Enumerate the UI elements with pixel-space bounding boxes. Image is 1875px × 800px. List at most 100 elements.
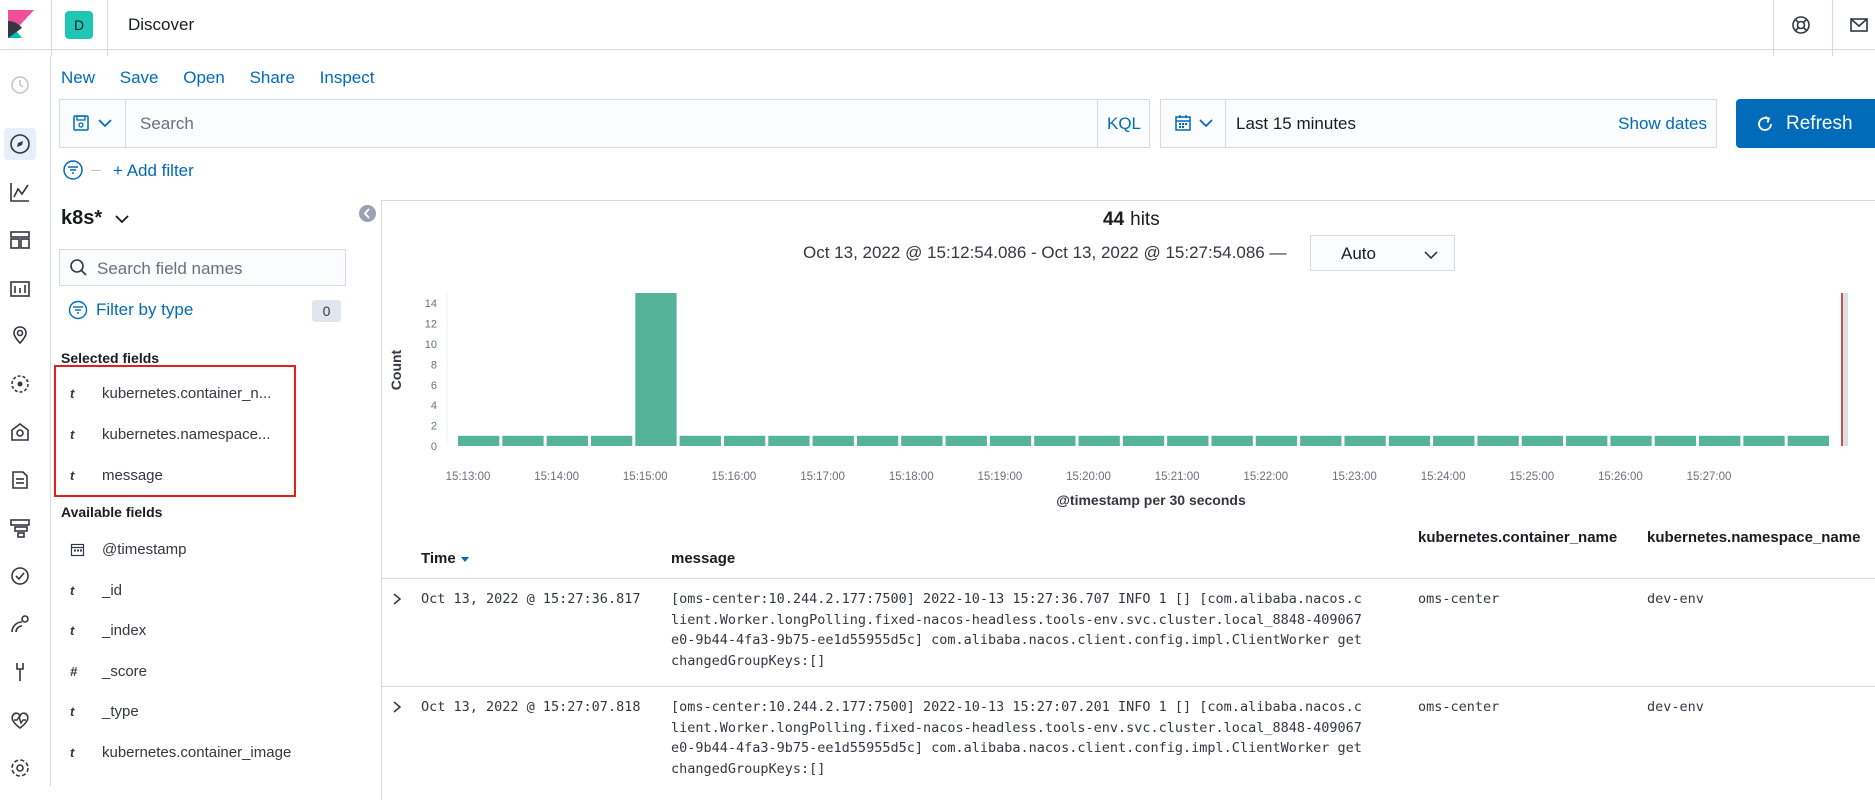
menu-inspect[interactable]: Inspect <box>320 68 375 87</box>
histogram-bar <box>1034 435 1076 446</box>
column-header-container-name[interactable]: kubernetes.container_name <box>1418 529 1617 546</box>
cell-namespace-name: dev-env <box>1647 591 1704 607</box>
kibana-logo[interactable] <box>8 10 34 38</box>
filter-by-type-button[interactable]: Filter by type <box>68 300 193 320</box>
histogram-bar <box>458 435 500 446</box>
histogram-bar <box>502 435 544 446</box>
refresh-button[interactable]: Refresh <box>1736 99 1875 148</box>
discover-icon[interactable] <box>8 132 32 156</box>
menu-share[interactable]: Share <box>250 68 295 87</box>
highlight-box <box>54 365 296 497</box>
index-pattern-name: k8s* <box>61 207 103 229</box>
available-field-item[interactable]: t kubernetes.container_image <box>70 744 291 761</box>
histogram-bar <box>901 435 943 446</box>
filter-options-icon[interactable] <box>62 159 84 181</box>
menu-open[interactable]: Open <box>183 68 225 87</box>
available-fields-title: Available fields <box>61 504 163 520</box>
chevron-down-icon <box>1199 119 1213 128</box>
x-tick-label: 15:26:00 <box>1598 471 1643 483</box>
maps-icon[interactable] <box>8 324 32 348</box>
histogram-bar <box>1300 435 1342 446</box>
dashboard-icon[interactable] <box>8 228 32 252</box>
uptime-icon[interactable] <box>8 564 32 588</box>
cell-container-name: oms-center <box>1418 699 1500 715</box>
message-line: lient.Worker.longPolling.fixed-nacos-hea… <box>671 719 1362 736</box>
logs-icon[interactable] <box>8 468 32 492</box>
y-tick-label: 14 <box>425 298 437 310</box>
message-line: e0-9b44-4fa3-9b75-ee1d55955d5c] com.alib… <box>671 632 1362 648</box>
histogram-chart[interactable]: 0 2 4 6 8 10 12 14 15:13:00 15:14:00 15:15:00 15:16… <box>381 285 1875 515</box>
column-header-namespace-name[interactable]: kubernetes.namespace_name <box>1647 529 1860 546</box>
field-name: _type <box>102 703 139 720</box>
x-tick-label: 15:14:00 <box>534 471 579 483</box>
chevron-down-icon <box>115 214 129 223</box>
search-input[interactable]: Search <box>140 114 194 134</box>
histogram-bar <box>989 435 1032 446</box>
app-title: Discover <box>128 15 195 34</box>
message-line: changedGroupKeys:[] <box>671 652 826 669</box>
x-axis-label: @timestamp per 30 seconds <box>1056 492 1246 508</box>
available-field-item[interactable]: t _id <box>70 582 122 599</box>
recent-icon[interactable] <box>8 73 32 97</box>
query-language-toggle[interactable]: KQL <box>1097 100 1150 147</box>
cell-message: [oms-center:10.244.2.177:7500] 2022-10-1… <box>671 697 1362 779</box>
query-bar: Search KQL <box>59 99 1150 148</box>
cell-time: Oct 13, 2022 @ 15:27:36.817 <box>421 591 641 607</box>
dev-tools-icon[interactable] <box>8 660 32 684</box>
quick-menu-button[interactable] <box>1161 100 1226 147</box>
add-filter-button[interactable]: + Add filter <box>113 161 194 181</box>
header-divider <box>1773 0 1774 56</box>
infrastructure-icon[interactable] <box>8 420 32 444</box>
index-pattern-selector[interactable]: k8s* <box>61 207 130 230</box>
y-tick-label: 4 <box>431 400 437 412</box>
visualize-icon[interactable] <box>8 180 32 204</box>
histogram-bar <box>1699 435 1741 446</box>
time-range-label[interactable]: Last 15 minutes <box>1236 114 1356 134</box>
histogram-bar <box>768 435 810 446</box>
calendar-icon <box>1175 115 1191 131</box>
available-field-item[interactable]: # _score <box>70 663 147 680</box>
mail-icon[interactable] <box>1848 14 1870 36</box>
string-type-icon: t <box>70 745 75 760</box>
x-tick-label: 15:20:00 <box>1066 471 1111 483</box>
expand-row-icon[interactable] <box>391 700 403 714</box>
available-field-item[interactable]: t _type <box>70 703 139 720</box>
available-field-item[interactable]: t _index <box>70 622 146 639</box>
x-tick-label: 15:17:00 <box>800 471 845 483</box>
column-header-time[interactable]: Time <box>421 550 470 567</box>
collapse-sidebar-button[interactable] <box>359 205 376 222</box>
monitoring-icon[interactable] <box>8 708 32 732</box>
show-dates-link[interactable]: Show dates <box>1618 114 1707 134</box>
field-search-input[interactable]: Search field names <box>59 249 346 286</box>
space-avatar[interactable]: D <box>65 11 93 39</box>
expand-row-icon[interactable] <box>391 592 403 606</box>
menu-new[interactable]: New <box>61 68 95 87</box>
top-menu: New Save Open Share Inspect <box>61 68 394 88</box>
y-tick-label: 0 <box>431 441 437 453</box>
x-tick-label: 15:18:00 <box>889 471 934 483</box>
saved-query-button[interactable] <box>60 100 126 147</box>
help-icon[interactable] <box>1790 14 1812 36</box>
settings-gear-icon[interactable] <box>8 756 32 780</box>
interval-value: Auto <box>1341 244 1376 263</box>
siem-icon[interactable] <box>8 612 32 636</box>
apm-icon[interactable] <box>8 516 32 540</box>
y-axis-label: Count <box>388 349 404 390</box>
string-type-icon: t <box>70 704 75 719</box>
available-field-item[interactable]: @timestamp <box>70 541 186 558</box>
field-search-placeholder: Search field names <box>97 259 243 278</box>
y-tick-label: 2 <box>431 421 437 433</box>
y-tick-label: 8 <box>431 359 437 371</box>
global-header: D Discover <box>0 0 1875 56</box>
string-type-icon: t <box>70 623 75 638</box>
ml-icon[interactable] <box>8 372 32 396</box>
interval-select[interactable]: Auto <box>1310 235 1455 271</box>
menu-save[interactable]: Save <box>120 68 159 87</box>
histogram-bar <box>945 435 987 446</box>
column-header-message[interactable]: message <box>671 550 735 567</box>
x-tick-label: 15:19:00 <box>977 471 1022 483</box>
histogram-bar <box>1167 435 1209 446</box>
sort-down-icon[interactable] <box>460 555 470 563</box>
histogram-bar <box>1610 435 1652 446</box>
canvas-icon[interactable] <box>8 276 32 300</box>
